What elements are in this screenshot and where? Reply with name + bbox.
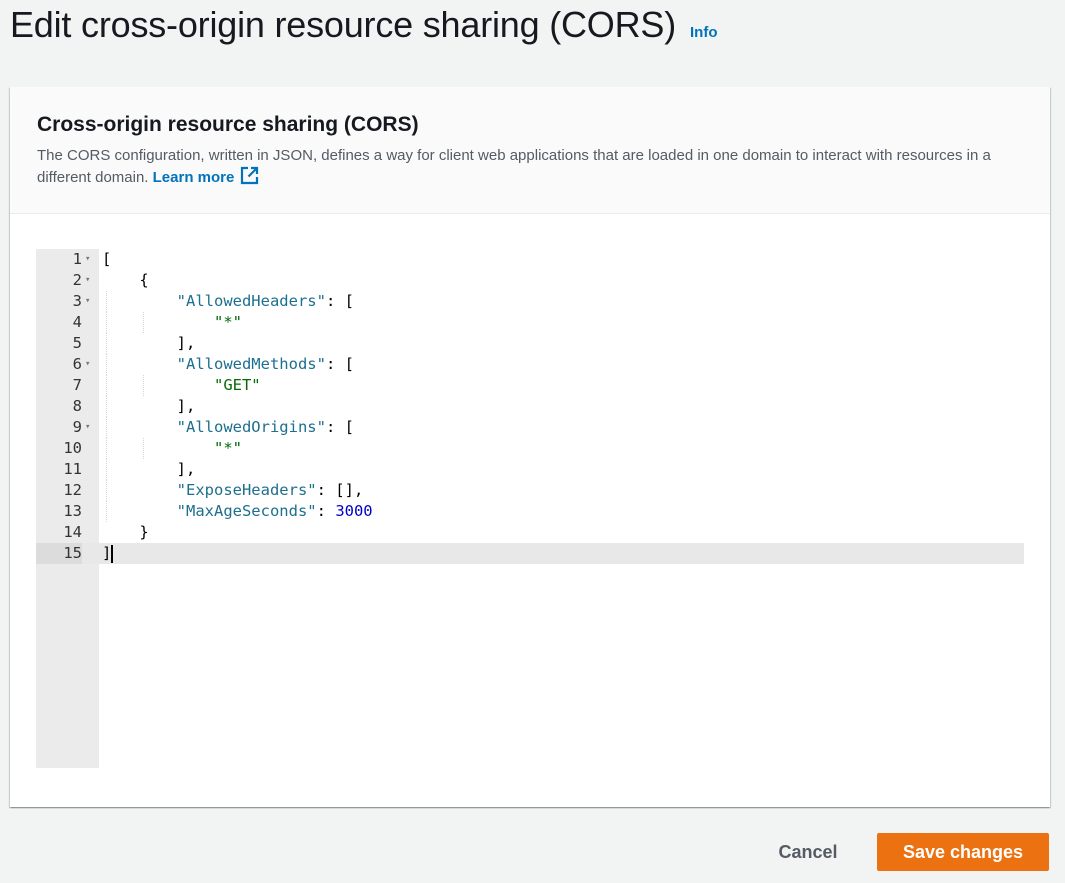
fold-toggle-icon[interactable]: ▾ xyxy=(85,417,90,438)
code-text: "*" xyxy=(213,439,242,457)
line-number: 2 xyxy=(72,271,82,289)
code-text: "ExposeHeaders": [], xyxy=(176,481,364,499)
line-number: 6 xyxy=(72,355,82,373)
code-text: ] xyxy=(102,544,112,562)
code-line[interactable]: 10 "*" xyxy=(36,438,1024,459)
line-number: 8 xyxy=(72,397,82,415)
code-line[interactable]: 9 ▾ "AllowedOrigins": [ xyxy=(36,417,1024,438)
page-title: Edit cross-origin resource sharing (CORS… xyxy=(10,4,677,45)
code-text: "MaxAgeSeconds": 3000 xyxy=(176,502,373,520)
learn-more-label: Learn more xyxy=(152,169,235,186)
line-number: 1 xyxy=(72,250,82,268)
indent-guide xyxy=(105,291,107,312)
line-number: 15 xyxy=(36,543,82,564)
line-number: 13 xyxy=(63,502,82,520)
panel-header: Cross-origin resource sharing (CORS) The… xyxy=(10,87,1050,214)
fold-toggle-icon[interactable]: ▾ xyxy=(85,249,90,270)
code-line[interactable]: 7 "GET" xyxy=(36,375,1024,396)
indent-guide xyxy=(105,501,107,522)
code-line[interactable]: 15] xyxy=(36,543,1024,564)
code-text: { xyxy=(102,271,149,289)
cors-panel: Cross-origin resource sharing (CORS) The… xyxy=(10,87,1050,807)
code-line[interactable]: 14 } xyxy=(36,522,1024,543)
panel-title: Cross-origin resource sharing (CORS) xyxy=(37,113,419,136)
text-cursor xyxy=(111,545,114,563)
line-number: 12 xyxy=(63,481,82,499)
code-text: } xyxy=(102,523,149,541)
save-changes-button[interactable]: Save changes xyxy=(877,833,1049,871)
code-line[interactable]: 11 ], xyxy=(36,459,1024,480)
code-text: "AllowedOrigins": [ xyxy=(176,418,354,436)
indent-guide xyxy=(143,438,145,459)
code-line[interactable]: 4 "*" xyxy=(36,312,1024,333)
json-code-editor[interactable]: 1 ▾[2 ▾ {3 ▾ "AllowedHeaders": [4 "*" 5 ], 6 ▾… xyxy=(36,249,1024,768)
fold-toggle-icon[interactable]: ▾ xyxy=(85,270,90,291)
fold-toggle-icon[interactable]: ▾ xyxy=(85,291,90,312)
indent-guide xyxy=(105,480,107,501)
indent-guide xyxy=(105,333,107,354)
cancel-button[interactable]: Cancel xyxy=(760,833,856,871)
line-number: 14 xyxy=(63,523,82,541)
line-number: 9 xyxy=(72,418,82,436)
code-line[interactable]: 13 "MaxAgeSeconds": 3000 xyxy=(36,501,1024,522)
line-number: 11 xyxy=(63,460,82,478)
code-text: ], xyxy=(102,334,196,352)
page-header: Edit cross-origin resource sharing (CORS… xyxy=(10,4,718,52)
indent-guide xyxy=(105,459,107,480)
indent-guide xyxy=(105,396,107,417)
code-line[interactable]: 3 ▾ "AllowedHeaders": [ xyxy=(36,291,1024,312)
indent-guide xyxy=(105,417,107,438)
code-line[interactable]: 12 "ExposeHeaders": [], xyxy=(36,480,1024,501)
code-line[interactable]: 5 ], xyxy=(36,333,1024,354)
fold-toggle-icon[interactable]: ▾ xyxy=(85,354,90,375)
code-text: ], xyxy=(102,460,196,478)
indent-guide xyxy=(143,375,145,396)
code-line[interactable]: 1 ▾ [ xyxy=(36,249,1024,270)
line-number: 4 xyxy=(72,313,82,331)
external-link-icon xyxy=(240,166,259,191)
indent-guide xyxy=(105,438,107,459)
code-line[interactable]: 2 ▾ { xyxy=(36,270,1024,291)
line-number: 10 xyxy=(63,439,82,457)
line-number: 7 xyxy=(72,376,82,394)
indent-guide xyxy=(143,312,145,333)
code-text: [ xyxy=(102,250,112,268)
code-line[interactable]: 8 ], xyxy=(36,396,1024,417)
indent-guide xyxy=(105,375,107,396)
code-text: ], xyxy=(102,397,196,415)
line-number: 3 xyxy=(72,292,82,310)
code-text: "*" xyxy=(213,313,242,331)
code-text: "AllowedMethods": [ xyxy=(176,355,354,373)
learn-more-link[interactable]: Learn more xyxy=(152,166,260,186)
code-text: "AllowedHeaders": [ xyxy=(176,292,354,310)
code-text: "GET" xyxy=(213,376,261,394)
indent-guide xyxy=(105,354,107,375)
line-number: 5 xyxy=(72,334,82,352)
panel-description: The CORS configuration, written in JSON,… xyxy=(37,145,1037,191)
code-line[interactable]: 6 ▾ "AllowedMethods": [ xyxy=(36,354,1024,375)
indent-guide xyxy=(105,312,107,333)
info-link[interactable]: Info xyxy=(690,24,718,41)
